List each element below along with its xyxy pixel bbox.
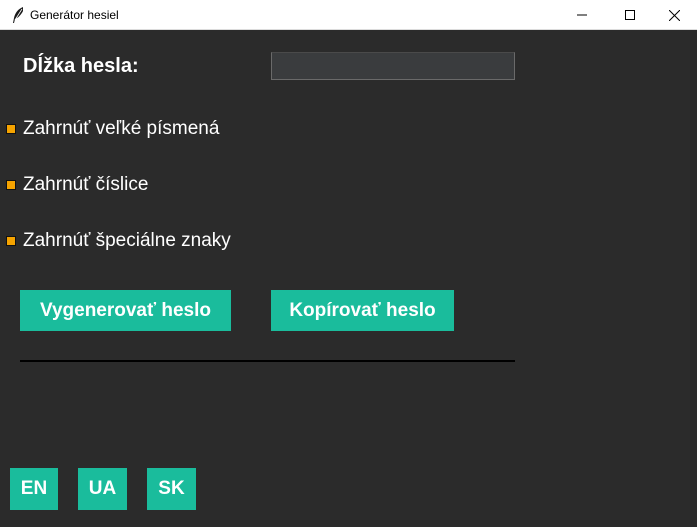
maximize-button[interactable]: [607, 0, 653, 30]
window-title: Generátor hesiel: [30, 8, 119, 22]
password-length-input[interactable]: [271, 52, 515, 80]
option-uppercase[interactable]: Zahrnúť veľké písmená: [6, 116, 219, 142]
minimize-icon: [577, 10, 587, 20]
feather-icon: [10, 6, 26, 24]
option-digits[interactable]: Zahrnúť číslice: [6, 172, 148, 198]
password-output: [20, 360, 515, 362]
language-en-button[interactable]: EN: [10, 468, 58, 510]
option-special[interactable]: Zahrnúť špeciálne znaky: [6, 228, 231, 254]
language-ua-button[interactable]: UA: [78, 468, 127, 510]
language-sk-button[interactable]: SK: [147, 468, 196, 510]
password-length-label: Dĺžka hesla:: [23, 55, 139, 77]
app-window: Generátor hesiel Dĺžka hesla: Zahrnúť ve…: [0, 0, 697, 527]
close-button[interactable]: [651, 0, 697, 30]
maximize-icon: [625, 10, 635, 20]
main-panel: Dĺžka hesla: Zahrnúť veľké písmená Zahrn…: [0, 30, 697, 527]
generate-password-button[interactable]: Vygenerovať heslo: [20, 290, 231, 331]
minimize-button[interactable]: [559, 0, 605, 30]
title-bar[interactable]: Generátor hesiel: [0, 0, 697, 30]
close-icon: [668, 9, 680, 21]
special-label[interactable]: Zahrnúť špeciálne znaky: [23, 230, 231, 252]
digits-label[interactable]: Zahrnúť číslice: [23, 174, 148, 196]
special-checkbox[interactable]: [6, 236, 16, 246]
copy-password-button[interactable]: Kopírovať heslo: [271, 290, 454, 331]
uppercase-checkbox[interactable]: [6, 124, 16, 134]
digits-checkbox[interactable]: [6, 180, 16, 190]
uppercase-label[interactable]: Zahrnúť veľké písmená: [23, 118, 219, 140]
